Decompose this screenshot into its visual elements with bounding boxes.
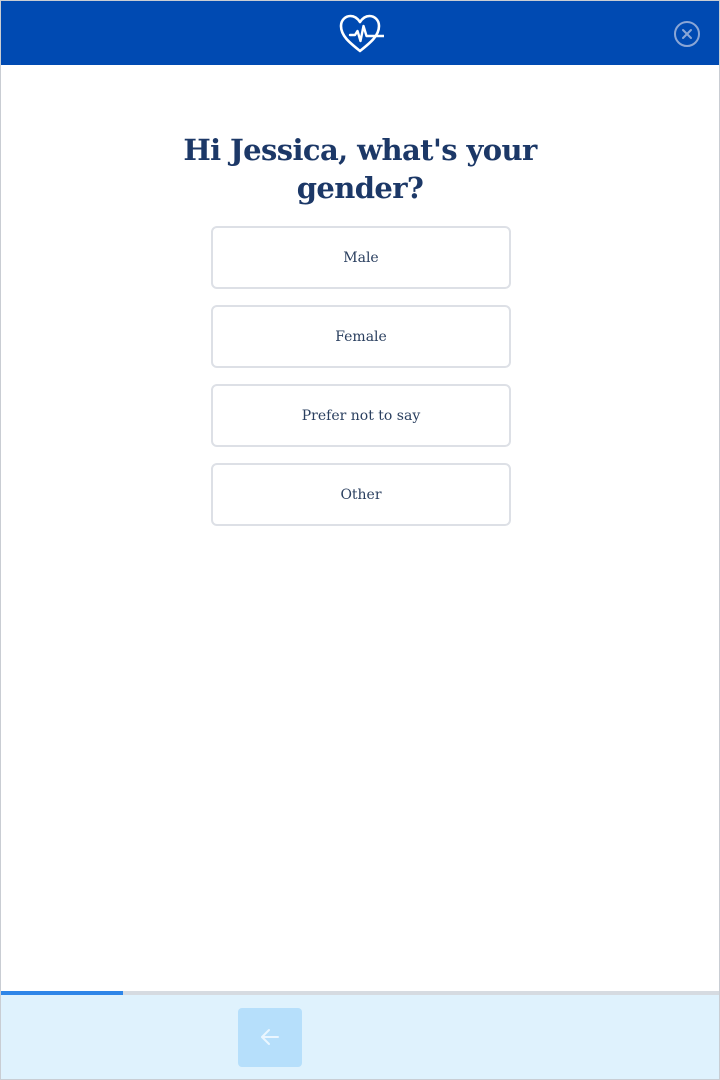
close-button[interactable] — [673, 20, 701, 48]
option-female[interactable]: Female — [211, 305, 511, 368]
option-prefer-not-to-say[interactable]: Prefer not to say — [211, 384, 511, 447]
arrow-left-icon — [261, 1029, 279, 1045]
question-title: Hi Jessica, what's your gender? — [183, 133, 537, 205]
gender-options: Male Female Prefer not to say Other — [211, 226, 511, 542]
option-male[interactable]: Male — [211, 226, 511, 289]
heart-pulse-icon — [339, 14, 384, 53]
back-button[interactable] — [238, 1008, 302, 1067]
app-frame: Hi Jessica, what's your gender? Male Fem… — [0, 0, 720, 1080]
option-other[interactable]: Other — [211, 463, 511, 526]
top-bar — [1, 1, 719, 65]
footer-bar — [1, 995, 719, 1079]
